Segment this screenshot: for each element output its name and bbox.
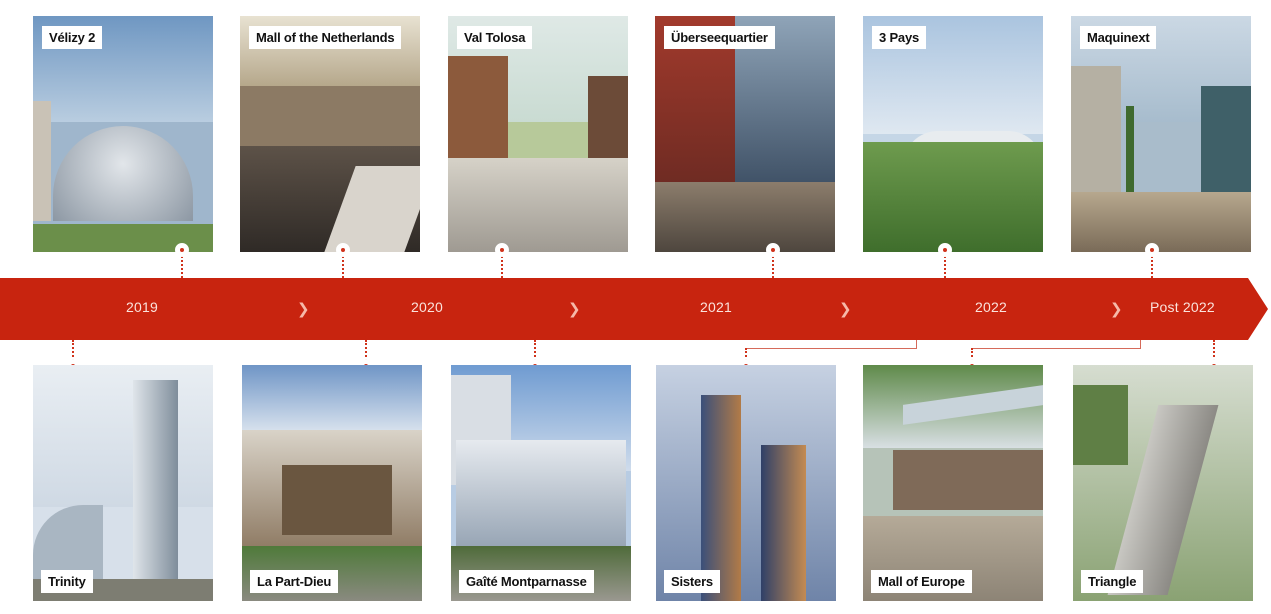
chevron-icon: ❯ <box>839 300 852 318</box>
timeline-band <box>0 278 1271 340</box>
connector-line <box>971 348 1141 349</box>
project-label: Überseequartier <box>664 26 775 49</box>
milestone-dot <box>495 243 509 257</box>
project-label: Trinity <box>41 570 93 593</box>
connector-line <box>916 340 917 348</box>
project-label: 3 Pays <box>872 26 927 49</box>
chevron-icon: ❯ <box>297 300 310 318</box>
project-label: Mall of Europe <box>871 570 972 593</box>
project-card-trinity: Trinity <box>33 365 213 601</box>
milestone-dot <box>766 243 780 257</box>
year-label: 2021 <box>700 299 732 315</box>
project-label: Vélizy 2 <box>42 26 103 49</box>
project-label: Maquinext <box>1080 26 1157 49</box>
connector-line <box>1140 340 1141 348</box>
year-label: 2022 <box>975 299 1007 315</box>
project-label: La Part-Dieu <box>250 570 339 593</box>
year-label: Post 2022 <box>1150 299 1215 315</box>
project-card-la-part-dieu: La Part-Dieu <box>242 365 422 601</box>
year-label: 2019 <box>126 299 158 315</box>
project-card-val-tolosa: Val Tolosa <box>448 16 628 252</box>
project-card-uberseequartier: Überseequartier <box>655 16 835 252</box>
milestone-dot <box>938 243 952 257</box>
connector-line <box>745 348 917 349</box>
year-label: 2020 <box>411 299 443 315</box>
milestone-dot <box>175 243 189 257</box>
milestone-dot <box>336 243 350 257</box>
project-card-3-pays: 3 Pays <box>863 16 1043 252</box>
milestone-dot <box>1145 243 1159 257</box>
project-label: Gaîté Montparnasse <box>459 570 594 593</box>
project-label: Triangle <box>1081 570 1144 593</box>
project-label: Val Tolosa <box>457 26 533 49</box>
chevron-icon: ❯ <box>1110 300 1123 318</box>
project-card-triangle: Triangle <box>1073 365 1253 601</box>
project-card-mall-of-the-netherlands: Mall of the Netherlands <box>240 16 420 252</box>
chevron-icon: ❯ <box>568 300 581 318</box>
project-card-maquinext: Maquinext <box>1071 16 1251 252</box>
project-card-gaite-montparnasse: Gaîté Montparnasse <box>451 365 631 601</box>
project-card-sisters: Sisters <box>656 365 836 601</box>
project-label: Sisters <box>664 570 720 593</box>
project-card-velizy2: Vélizy 2 <box>33 16 213 252</box>
project-label: Mall of the Netherlands <box>249 26 402 49</box>
project-card-mall-of-europe: Mall of Europe <box>863 365 1043 601</box>
